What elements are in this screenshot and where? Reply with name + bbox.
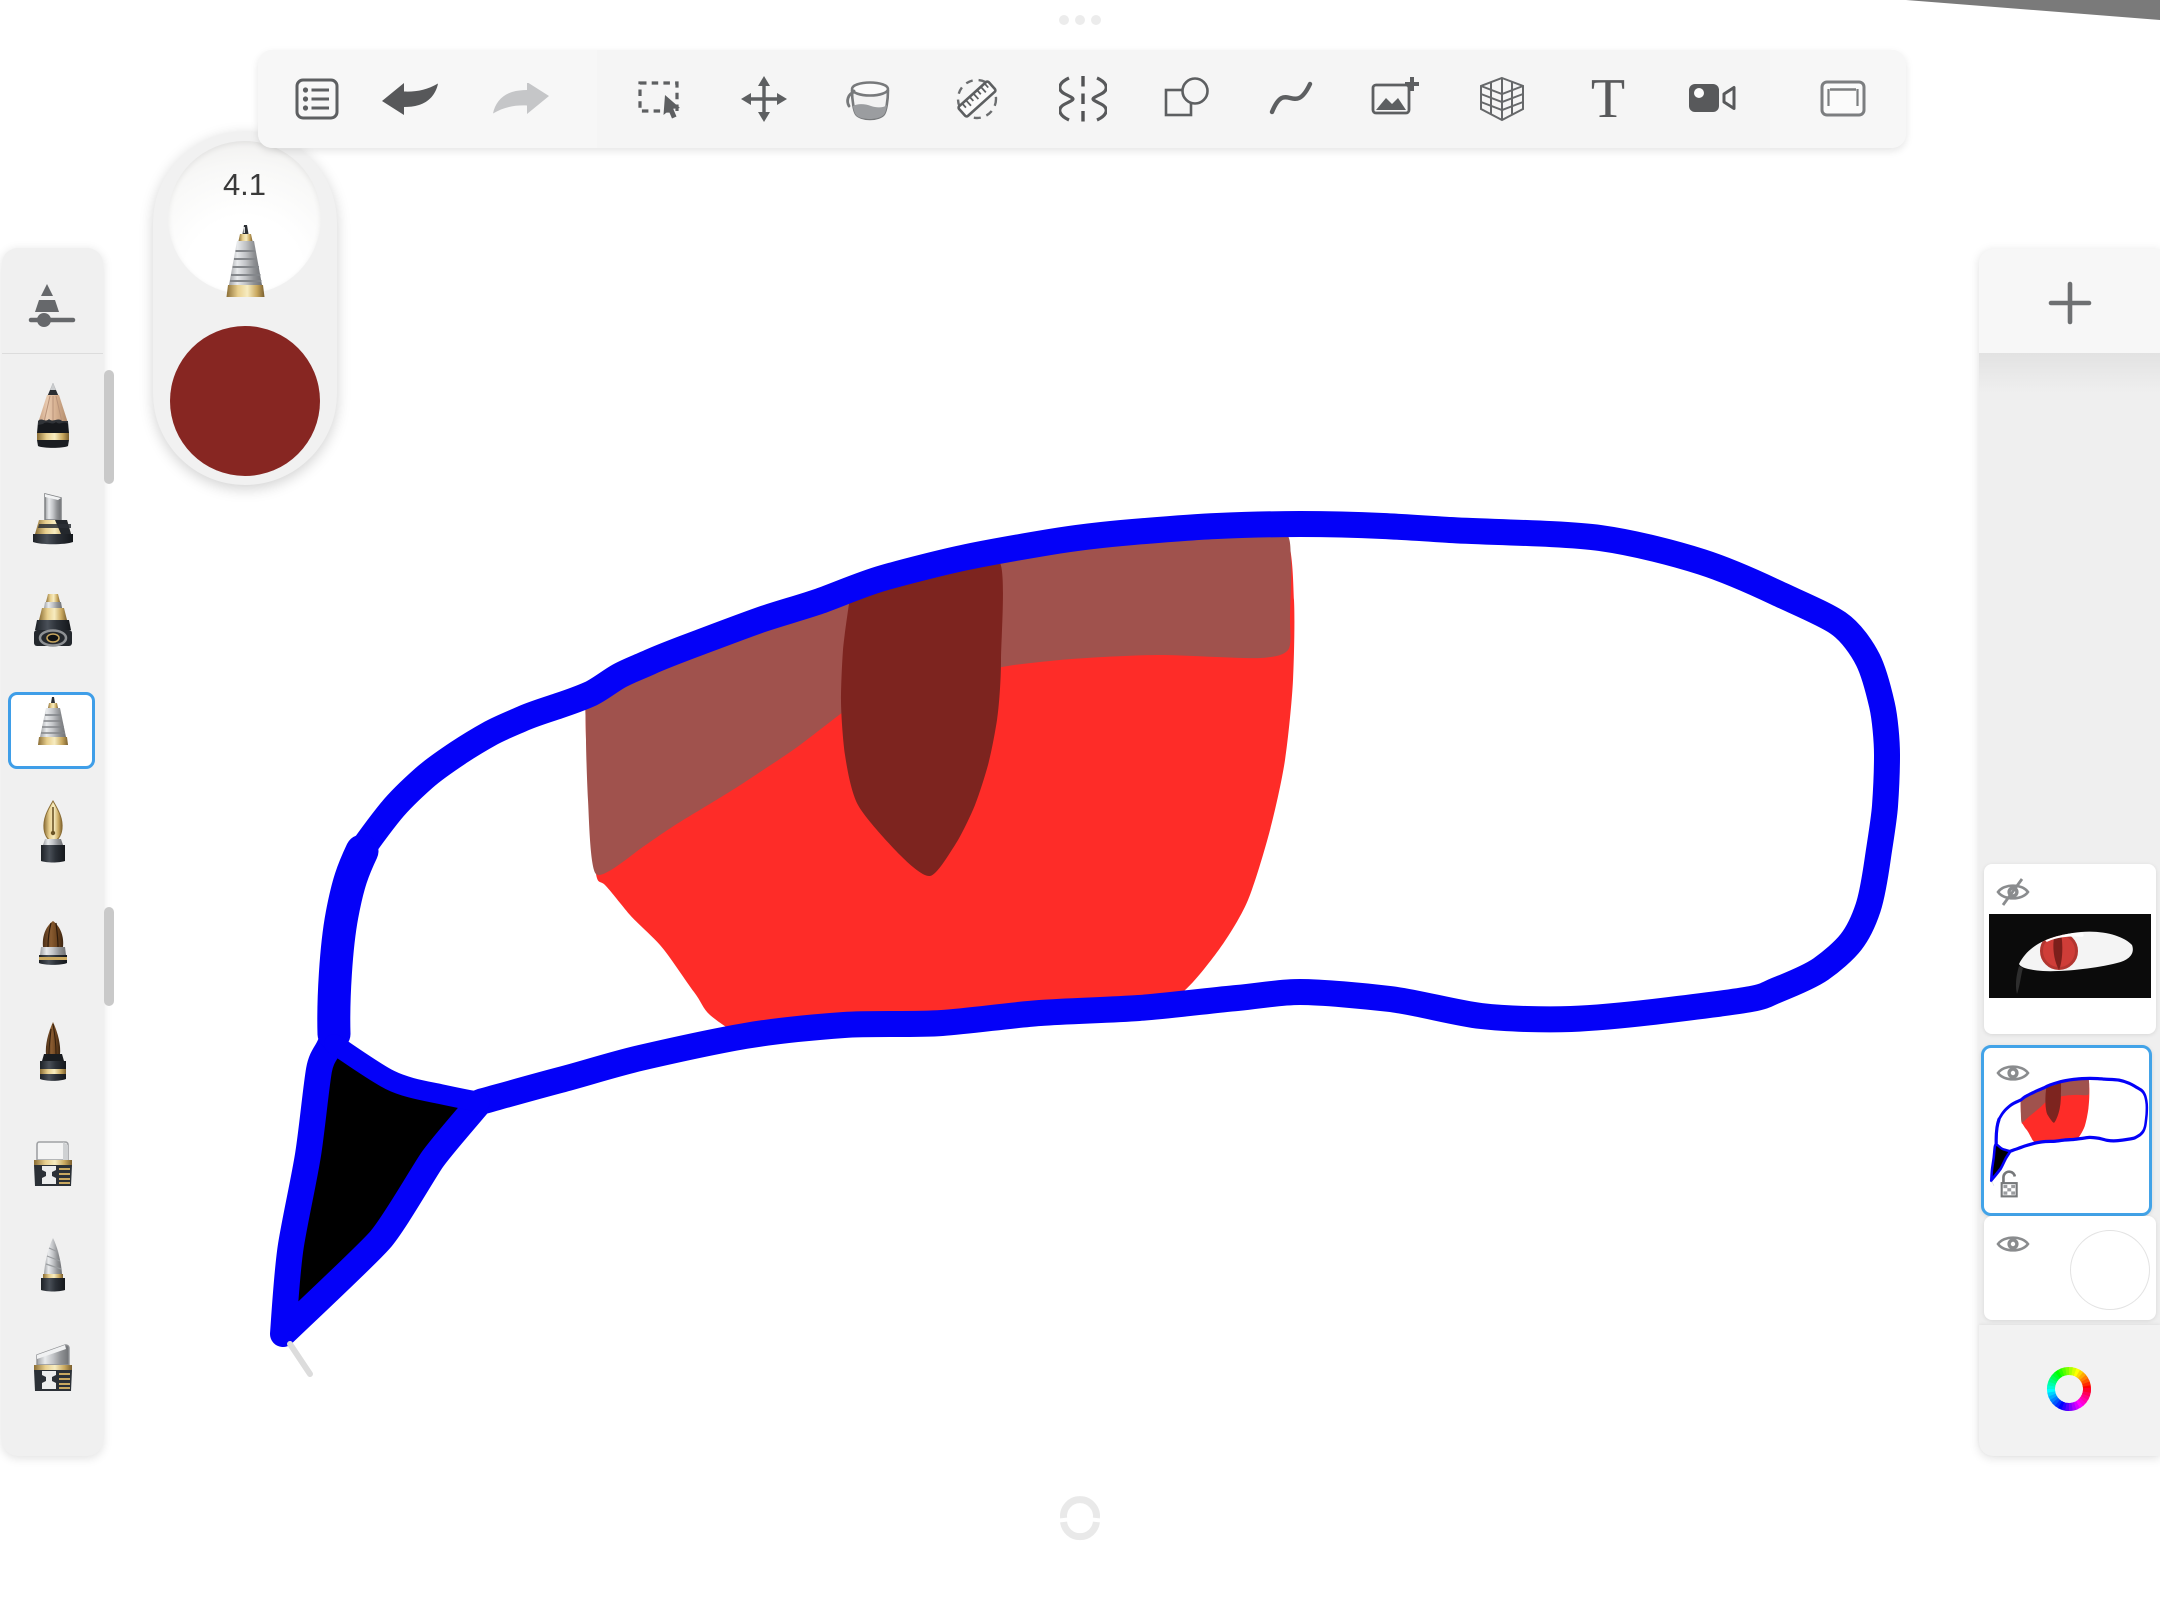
svg-text:T: T (1591, 73, 1625, 125)
